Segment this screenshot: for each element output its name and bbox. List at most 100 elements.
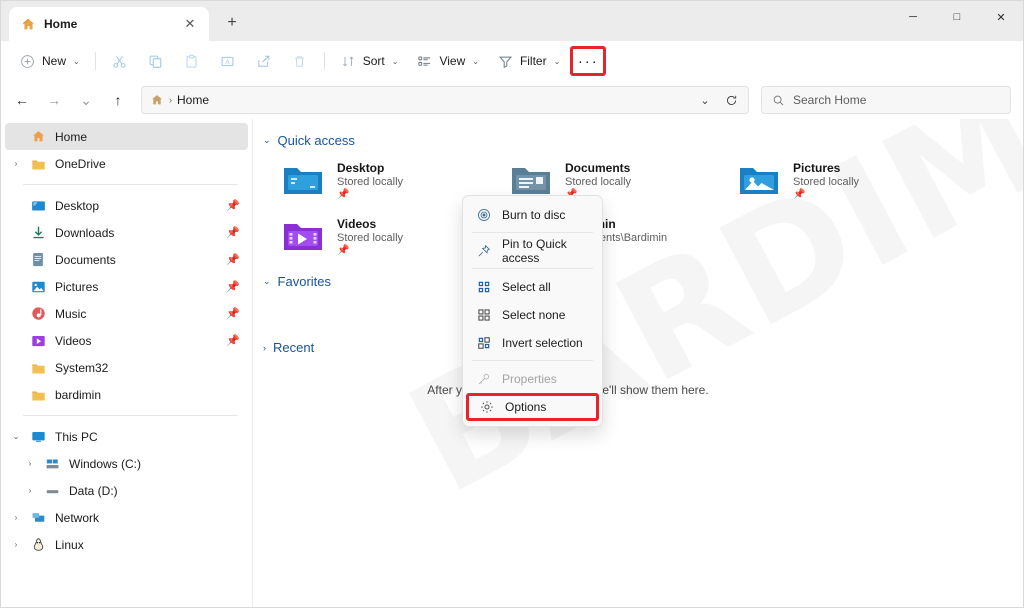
sidebar-item-network[interactable]: › Network [5, 504, 248, 531]
home-icon [150, 93, 164, 107]
favorites-header[interactable]: ⌄ Favorites [263, 274, 1023, 289]
menu-item-select-all[interactable]: Select all [466, 273, 599, 300]
quick-access-title: Quick access [277, 133, 355, 148]
sidebar-item-label: Desktop [55, 198, 100, 213]
search-box[interactable]: Search Home [761, 86, 1011, 114]
menu-item-select-none[interactable]: Select none [466, 301, 599, 328]
refresh-button[interactable] [718, 88, 744, 112]
sidebar-item-system32[interactable]: System32 [5, 354, 248, 381]
tile-name: Documents [565, 161, 631, 175]
pin-icon[interactable]: 📌 [226, 199, 240, 212]
favorites-group: ⌄ Favorites [253, 274, 1023, 332]
sidebar-item-data-d[interactable]: › Data (D:) [5, 477, 248, 504]
sidebar-item-label: OneDrive [55, 156, 106, 171]
plus-circle-icon [19, 53, 36, 70]
recent-locations-button[interactable]: ⌄ [71, 86, 101, 114]
pin-icon[interactable]: 📌 [226, 253, 240, 266]
close-icon[interactable]: ✕ [179, 13, 201, 35]
view-button[interactable]: View ⌄ [408, 46, 487, 76]
maximize-button[interactable]: □ [935, 1, 979, 33]
tile-subtitle: Stored locally [337, 232, 404, 244]
tile-subtitle: Stored locally [793, 176, 860, 188]
address-bar[interactable]: › Home ⌄ [141, 86, 749, 114]
sidebar-item-windows-c[interactable]: › Windows (C:) [5, 450, 248, 477]
sidebar-item-onedrive[interactable]: › OneDrive [5, 150, 248, 177]
menu-item-invert-selection[interactable]: Invert selection [466, 329, 599, 356]
menu-item-burn-to-disc[interactable]: Burn to disc [466, 201, 599, 228]
pin-icon [476, 244, 492, 258]
pictures-icon [27, 280, 49, 294]
chevron-down-icon[interactable]: ⌄ [263, 135, 271, 146]
delete-button[interactable] [283, 46, 317, 76]
share-icon [255, 53, 272, 70]
quick-access-tiles: Desktop Stored locally 📌 Documents Store… [253, 154, 1023, 266]
share-button[interactable] [247, 46, 281, 76]
menu-item-label: Pin to Quick access [502, 236, 567, 265]
sort-button[interactable]: Sort ⌄ [332, 46, 407, 76]
filter-button-label: Filter [519, 54, 547, 68]
chevron-right-icon[interactable]: › [263, 343, 266, 353]
new-button[interactable]: New ⌄ [11, 46, 88, 76]
pin-icon[interactable]: 📌 [226, 307, 240, 320]
breadcrumb-current[interactable]: Home [177, 93, 209, 107]
search-input[interactable]: Search Home [793, 93, 866, 107]
breadcrumb[interactable]: › Home [150, 93, 209, 107]
view-icon [416, 53, 433, 70]
menu-item-pin-to-quick-access[interactable]: Pin to Quick access [466, 236, 599, 265]
menu-item-label: Properties [502, 371, 557, 386]
paste-button[interactable] [175, 46, 209, 76]
chevron-down-icon[interactable]: ⌄ [5, 432, 27, 441]
properties-icon [476, 372, 492, 386]
folder-icon [27, 388, 49, 402]
see-more-button[interactable]: ··· [570, 46, 607, 76]
downloads-icon [27, 225, 49, 240]
chevron-right-icon[interactable]: › [19, 486, 41, 495]
menu-item-label: Invert selection [502, 335, 583, 350]
chevron-right-icon[interactable]: › [19, 459, 41, 468]
window-controls: ─ □ ✕ [891, 1, 1023, 33]
recent-header[interactable]: › Recent [263, 340, 1023, 355]
drive-icon [41, 484, 63, 498]
sidebar-item-linux[interactable]: › Linux [5, 531, 248, 558]
rename-button[interactable]: A [211, 46, 245, 76]
sidebar-item-documents[interactable]: Documents 📌 [5, 246, 248, 273]
close-window-button[interactable]: ✕ [979, 1, 1023, 33]
menu-item-options[interactable]: Options [466, 393, 599, 421]
tile-name: Videos [337, 217, 377, 231]
sidebar-item-pictures[interactable]: Pictures 📌 [5, 273, 248, 300]
up-button[interactable]: ↑ [103, 86, 133, 114]
sidebar-item-desktop[interactable]: Desktop 📌 [5, 192, 248, 219]
select-none-icon [476, 308, 492, 322]
pictures-folder-icon [737, 158, 781, 202]
back-button[interactable]: ← [7, 86, 37, 114]
pin-icon[interactable]: 📌 [226, 334, 240, 347]
copy-button[interactable] [139, 46, 173, 76]
forward-button[interactable]: → [39, 86, 69, 114]
chevron-right-icon[interactable]: › [5, 159, 27, 168]
chevron-right-icon[interactable]: › [5, 513, 27, 522]
tab-home[interactable]: Home ✕ [9, 7, 209, 41]
sidebar-item-bardimin[interactable]: bardimin [5, 381, 248, 408]
filter-button[interactable]: Filter ⌄ [489, 46, 568, 76]
new-tab-button[interactable]: + [217, 8, 247, 38]
sidebar-item-videos[interactable]: Videos 📌 [5, 327, 248, 354]
pin-icon: 📌 [793, 189, 806, 200]
pin-icon[interactable]: 📌 [226, 280, 240, 293]
sidebar-item-this-pc[interactable]: ⌄ This PC [5, 423, 248, 450]
chevron-down-icon: ⌄ [472, 56, 479, 66]
sidebar-item-music[interactable]: Music 📌 [5, 300, 248, 327]
address-dropdown-button[interactable]: ⌄ [692, 88, 718, 112]
sidebar-item-label: Pictures [55, 279, 99, 294]
quick-access-header[interactable]: ⌄ Quick access [263, 133, 1023, 148]
tile-pictures[interactable]: Pictures Stored locally 📌 [731, 154, 959, 210]
pin-icon[interactable]: 📌 [226, 226, 240, 239]
menu-item-label: Options [505, 400, 547, 414]
cut-button[interactable] [103, 46, 137, 76]
minimize-button[interactable]: ─ [891, 1, 935, 33]
chevron-right-icon[interactable]: › [5, 540, 27, 549]
toolbar-separator-2 [323, 52, 325, 70]
sidebar-item-downloads[interactable]: Downloads 📌 [5, 219, 248, 246]
new-button-label: New [42, 54, 67, 68]
sidebar-item-home[interactable]: Home [5, 123, 248, 150]
chevron-down-icon[interactable]: ⌄ [263, 276, 271, 287]
